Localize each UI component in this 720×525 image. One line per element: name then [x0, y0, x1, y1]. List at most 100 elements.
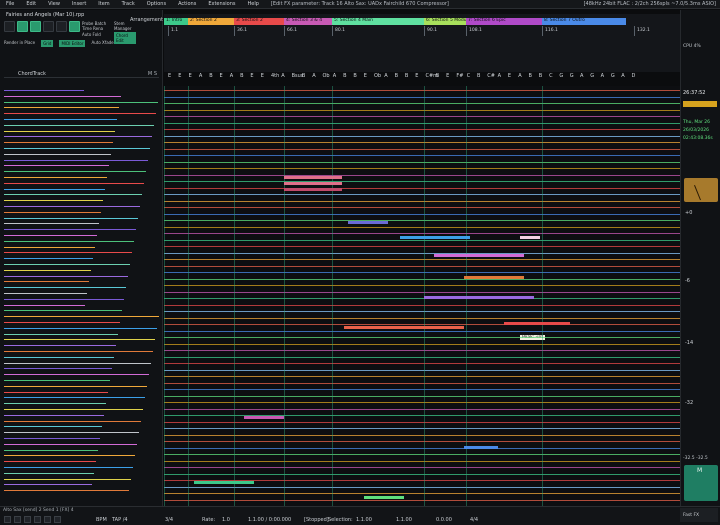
- marker-2[interactable]: 36.1: [234, 26, 247, 36]
- play-icon[interactable]: [24, 516, 31, 523]
- marker-5[interactable]: 90.1: [424, 26, 437, 36]
- stem-manager-label[interactable]: Stem Manager: [114, 21, 136, 31]
- track-header-line[interactable]: [4, 223, 99, 225]
- track-lane[interactable]: [164, 304, 680, 306]
- track-header-line[interactable]: [4, 374, 149, 376]
- track-header-line[interactable]: [4, 455, 135, 457]
- auto-xfade-label[interactable]: Auto Xfade: [91, 40, 113, 47]
- track-lane[interactable]: [164, 122, 680, 124]
- track-header-line[interactable]: [4, 165, 109, 167]
- track-lane[interactable]: [164, 311, 680, 312]
- track-lane[interactable]: [164, 161, 680, 163]
- track-lane[interactable]: [164, 220, 680, 221]
- media-item[interactable]: [284, 176, 342, 179]
- section-1[interactable]: 1: Intro: [164, 18, 188, 25]
- chord-label[interactable]: G: [570, 73, 574, 79]
- track-lane[interactable]: [164, 350, 680, 351]
- track-header-line[interactable]: [4, 449, 98, 451]
- track-header-line[interactable]: [4, 310, 122, 312]
- track-header-line[interactable]: [4, 432, 139, 434]
- media-item[interactable]: [344, 326, 464, 329]
- marker-1[interactable]: 1.1: [168, 26, 178, 36]
- track-lane[interactable]: [164, 421, 680, 423]
- track-header-line[interactable]: [4, 136, 152, 138]
- track-lane[interactable]: [164, 428, 680, 429]
- menu-file[interactable]: File: [0, 1, 20, 7]
- monitor-button[interactable]: M: [684, 465, 718, 501]
- section-4[interactable]: 4: Section 3 & 4: [284, 18, 332, 25]
- track-lane[interactable]: [164, 109, 680, 111]
- menu-help[interactable]: Help: [241, 1, 264, 7]
- media-item[interactable]: [364, 496, 404, 499]
- track-lane[interactable]: [164, 389, 680, 390]
- track-header-line[interactable]: [4, 269, 91, 271]
- media-item[interactable]: [464, 276, 524, 279]
- track-lane[interactable]: [164, 369, 680, 371]
- track-header-line[interactable]: [4, 188, 105, 190]
- track-lane[interactable]: [164, 408, 680, 410]
- track-header-line[interactable]: [4, 403, 106, 405]
- track-lane[interactable]: [164, 486, 680, 488]
- section-7[interactable]: 7: Section 6 Epic: [466, 18, 542, 25]
- track-lane[interactable]: [164, 363, 680, 364]
- track-lane[interactable]: [164, 376, 680, 377]
- menu-edit[interactable]: Edit: [20, 1, 42, 7]
- chord-label[interactable]: Ob: [374, 73, 381, 79]
- chord-label[interactable]: Ob: [323, 73, 330, 79]
- chord-label[interactable]: A: [312, 73, 315, 79]
- auto-fold-label[interactable]: Auto Fold: [82, 32, 112, 37]
- marker-4[interactable]: 80.1: [332, 26, 345, 36]
- track-header-line[interactable]: [4, 443, 137, 445]
- track-header-line[interactable]: [4, 420, 141, 422]
- track-lane[interactable]: [164, 395, 680, 397]
- section-3[interactable]: 3: Section 2: [234, 18, 284, 25]
- track-lane[interactable]: [164, 460, 680, 462]
- menu-item[interactable]: Item: [92, 1, 115, 7]
- media-item[interactable]: [520, 236, 540, 239]
- chord-label[interactable]: A: [230, 73, 233, 79]
- track-header-line[interactable]: [4, 124, 154, 126]
- track-lane[interactable]: [164, 194, 680, 195]
- track-header-line[interactable]: [4, 414, 104, 416]
- track-header-line[interactable]: [4, 148, 150, 149]
- track-lane[interactable]: [164, 148, 680, 150]
- marker-7[interactable]: 116.1: [542, 26, 558, 36]
- section-2[interactable]: 2: Section 2: [188, 18, 234, 25]
- track-lane[interactable]: [164, 181, 680, 182]
- track-lane[interactable]: [164, 246, 680, 247]
- track-header-line[interactable]: [4, 322, 120, 323]
- chord-label[interactable]: B: [436, 73, 439, 79]
- track-lane[interactable]: [164, 90, 680, 91]
- track-header-line[interactable]: [4, 472, 94, 474]
- track-lane[interactable]: [164, 434, 680, 436]
- track-lane[interactable]: [164, 252, 680, 254]
- chord-label[interactable]: A: [384, 73, 387, 79]
- chord-track-header[interactable]: ChordTrack M S: [4, 71, 159, 78]
- track-header-line[interactable]: [4, 397, 145, 399]
- track-header-line[interactable]: [4, 298, 124, 300]
- track-lane[interactable]: [164, 278, 680, 280]
- grid-button[interactable]: Grid: [41, 40, 54, 47]
- media-item[interactable]: [244, 416, 284, 419]
- selection-end[interactable]: 1.1.00: [396, 517, 412, 523]
- track-header-line[interactable]: [4, 426, 102, 428]
- track-header-line[interactable]: [4, 90, 84, 91]
- selection-start[interactable]: 1.1.00: [356, 517, 372, 523]
- autofade-icon[interactable]: [69, 21, 80, 32]
- track-lane[interactable]: [164, 213, 680, 215]
- marker-3[interactable]: 66.1: [284, 26, 297, 36]
- chord-label[interactable]: G: [590, 73, 594, 79]
- track-lane[interactable]: [164, 207, 680, 208]
- track-header-line[interactable]: [4, 478, 131, 480]
- media-item[interactable]: [194, 481, 254, 484]
- chord-label[interactable]: G: [611, 73, 615, 79]
- track-header-line[interactable]: [4, 246, 95, 248]
- track-header-line[interactable]: [4, 211, 101, 213]
- tap-tempo[interactable]: TAP /4: [112, 517, 128, 523]
- track-header-line[interactable]: [4, 333, 118, 335]
- track-lane[interactable]: [164, 272, 680, 273]
- track-lane[interactable]: [164, 493, 680, 494]
- menu-options[interactable]: Options: [141, 1, 172, 7]
- track-header-line[interactable]: [4, 461, 96, 463]
- timeline-ruler[interactable]: 1: Intro 2: Section 2 3: Section 2 4: Secti…: [164, 14, 680, 79]
